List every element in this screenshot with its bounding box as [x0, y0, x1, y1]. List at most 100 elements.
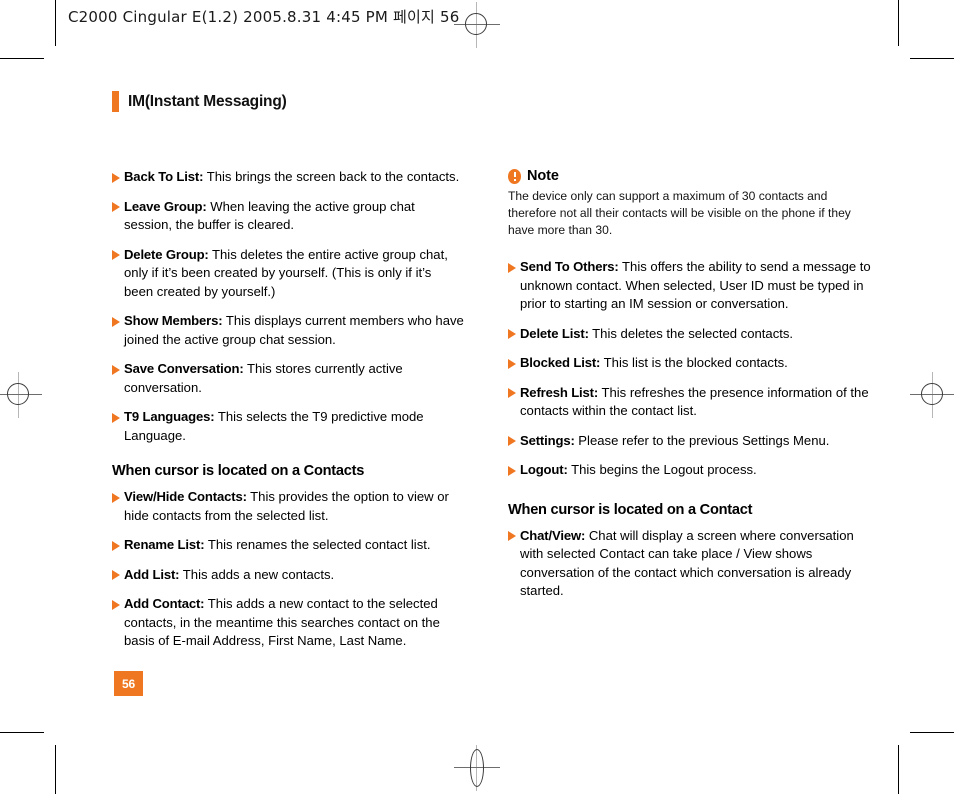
- list-item: Send To Others: This offers the ability …: [508, 258, 874, 314]
- section-heading-contacts: When cursor is located on a Contacts: [112, 463, 365, 479]
- list-item: Leave Group: When leaving the active gro…: [112, 198, 464, 235]
- triangle-bullet-icon: [112, 250, 120, 260]
- note-callout: Note The device only can support a maxim…: [508, 168, 874, 239]
- list-item-term: Refresh List:: [520, 384, 599, 400]
- list-item-term: Add List:: [124, 566, 180, 582]
- list-item-text: Leave Group: When leaving the active gro…: [124, 198, 464, 235]
- list-item-term: Save Conversation:: [124, 361, 244, 376]
- crop-mark-bottom-left-vertical: [55, 745, 56, 794]
- list-item: Add List: This adds a new contacts.: [112, 566, 464, 585]
- crop-mark-bottom-right-vertical: [898, 745, 899, 794]
- registration-mark-bottom: [454, 745, 500, 791]
- list-item: Refresh List: This refreshes the presenc…: [508, 384, 874, 421]
- list-item-term: Logout:: [520, 462, 568, 477]
- crop-mark-top-left-horizontal: [0, 58, 44, 59]
- left-column: Back To List: This brings the screen bac…: [112, 168, 464, 662]
- triangle-bullet-icon: [508, 262, 516, 273]
- body-columns: Back To List: This brings the screen bac…: [112, 168, 892, 662]
- list-item-text: Blocked List: This list is the blocked c…: [520, 354, 874, 373]
- list-item-term: Add Contact:: [124, 596, 205, 611]
- triangle-bullet-icon: [112, 172, 120, 183]
- triangle-bullet-icon: [112, 570, 120, 580]
- list-item: Delete Group: This deletes the entire ac…: [112, 246, 464, 302]
- list-item-text: Chat/View: Chat will display a screen wh…: [520, 527, 874, 601]
- triangle-bullet-icon: [508, 388, 516, 398]
- list-item-text: Logout: This begins the Logout process.: [520, 461, 874, 480]
- list-item-term: Send To Others:: [520, 259, 619, 274]
- crop-mark-bottom-left-horizontal: [0, 732, 44, 733]
- list-item: Show Members: This displays current memb…: [112, 312, 464, 349]
- list-item-text: View/Hide Contacts: This provides the op…: [124, 488, 464, 525]
- list-item: View/Hide Contacts: This provides the op…: [112, 488, 464, 525]
- list-item-text: Refresh List: This refreshes the presenc…: [520, 384, 874, 421]
- exclamation-icon: [508, 168, 521, 184]
- crop-mark-top-right-horizontal: [910, 58, 954, 59]
- note-title-text: Note: [527, 168, 559, 184]
- list-item: Logout: This begins the Logout process.: [508, 461, 874, 480]
- registration-mark-circle: [465, 13, 487, 35]
- list-item-term: T9 Languages:: [124, 409, 215, 424]
- list-item-text: Add List: This adds a new contacts.: [124, 566, 464, 585]
- triangle-bullet-icon: [112, 540, 120, 551]
- list-item-text: Send To Others: This offers the ability …: [520, 258, 874, 314]
- list-item: Back To List: This brings the screen bac…: [112, 168, 464, 187]
- page-frame-left-rule: [55, 0, 56, 46]
- list-item: Rename List: This renames the selected c…: [112, 536, 464, 555]
- triangle-bullet-icon: [508, 531, 516, 541]
- triangle-bullet-icon: [508, 329, 516, 339]
- crop-mark-top-right-vertical: [898, 0, 899, 46]
- list-item-term: Settings:: [520, 432, 575, 448]
- list-item-text: T9 Languages: This selects the T9 predic…: [124, 408, 464, 445]
- triangle-bullet-icon: [508, 358, 516, 369]
- list-item: T9 Languages: This selects the T9 predic…: [112, 408, 464, 445]
- list-item-description: This brings the screen back to the conta…: [203, 169, 460, 184]
- list-item-term: Show Members:: [124, 313, 223, 328]
- page-title: IM(Instant Messaging): [112, 91, 287, 112]
- list-item-description: This list is the blocked contacts.: [600, 355, 788, 370]
- list-item-description: This begins the Logout process.: [567, 462, 757, 477]
- note-header: Note: [508, 168, 874, 184]
- registration-mark-circle: [921, 383, 943, 405]
- registration-mark-top: [454, 2, 500, 48]
- orange-bar-marker: [112, 91, 119, 112]
- list-item-term: Chat/View:: [520, 527, 586, 543]
- list-item: Delete List: This deletes the selected c…: [508, 325, 874, 344]
- page-number-badge: 56: [114, 671, 143, 696]
- list-item-text: Back To List: This brings the screen bac…: [124, 168, 464, 187]
- list-item-term: Leave Group:: [124, 198, 207, 214]
- list-item-term: Delete Group:: [124, 246, 209, 262]
- list-item: Chat/View: Chat will display a screen wh…: [508, 527, 874, 601]
- list-item-text: Rename List: This renames the selected c…: [124, 536, 464, 555]
- list-item-text: Settings: Please refer to the previous S…: [520, 432, 874, 451]
- note-body-text: The device only can support a maximum of…: [508, 189, 851, 237]
- triangle-bullet-icon: [112, 492, 120, 503]
- list-item-text: Save Conversation: This stores currently…: [124, 360, 464, 397]
- list-item-term: View/Hide Contacts:: [124, 489, 247, 504]
- list-item-description: This renames the selected contact list.: [204, 537, 431, 552]
- registration-mark-left: [0, 372, 42, 418]
- registration-mark-circle: [7, 383, 29, 405]
- section-heading-contact: When cursor is located on a Contact: [508, 501, 753, 518]
- list-item-description: Please refer to the previous Settings Me…: [574, 432, 830, 448]
- list-item: Blocked List: This list is the blocked c…: [508, 354, 874, 373]
- triangle-bullet-icon: [112, 202, 120, 212]
- list-item-description: This adds a new contacts.: [179, 566, 335, 582]
- list-item-description: This deletes the selected contacts.: [588, 325, 794, 341]
- list-item: Settings: Please refer to the previous S…: [508, 432, 874, 451]
- list-item-term: Back To List:: [124, 169, 204, 184]
- triangle-bullet-icon: [112, 412, 120, 423]
- triangle-bullet-icon: [508, 436, 516, 446]
- triangle-bullet-icon: [112, 316, 120, 327]
- list-item: Add Contact: This adds a new contact to …: [112, 595, 464, 651]
- list-item-term: Delete List:: [520, 325, 589, 341]
- registration-mark-circle: [470, 749, 484, 787]
- list-item-text: Delete Group: This deletes the entire ac…: [124, 246, 464, 302]
- list-item-term: Rename List:: [124, 537, 205, 552]
- list-item-text: Show Members: This displays current memb…: [124, 312, 464, 349]
- triangle-bullet-icon: [112, 364, 120, 375]
- chapter-title-text: IM(Instant Messaging): [128, 92, 287, 110]
- registration-mark-right: [910, 372, 954, 418]
- list-item-term: Blocked List:: [520, 355, 601, 370]
- triangle-bullet-icon: [508, 465, 516, 476]
- running-header-text: C2000 Cingular E(1.2) 2005.8.31 4:45 PM …: [68, 8, 460, 26]
